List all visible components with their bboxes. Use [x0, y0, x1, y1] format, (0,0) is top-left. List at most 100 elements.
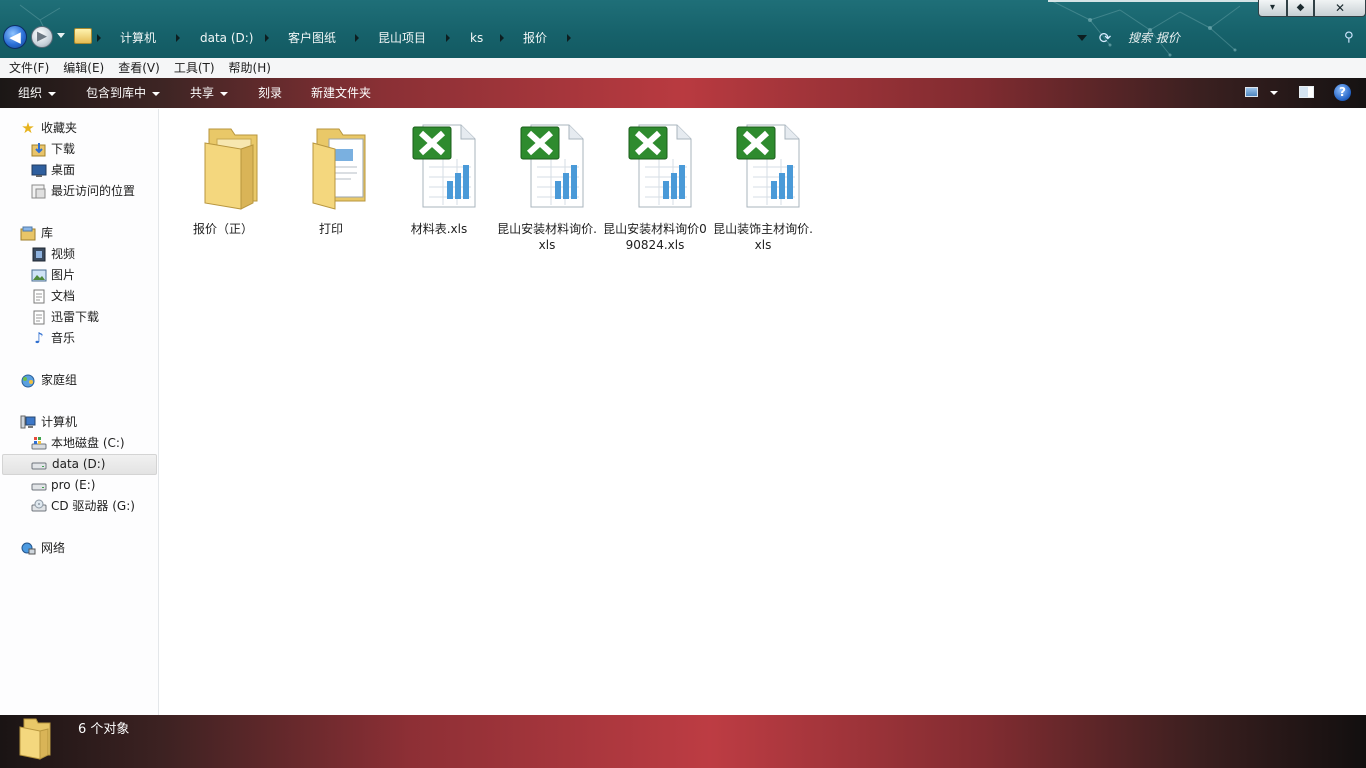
music-icon: ♪ [34, 329, 44, 347]
include-in-library-button[interactable]: 包含到库中 [86, 78, 161, 108]
computer-icon [20, 415, 36, 430]
refresh-icon[interactable]: ⟳ [1096, 29, 1114, 47]
new-folder-button[interactable]: 新建文件夹 [311, 78, 371, 108]
nav-downloads[interactable]: 下载 [0, 139, 158, 160]
breadcrumb-kunshan-project[interactable]: 昆山项目 [378, 29, 426, 47]
search-input[interactable]: 搜索 报价 [1128, 29, 1358, 47]
file-item-excel[interactable]: 昆山安装材料询价.xls [495, 117, 599, 252]
hard-drive-icon [31, 478, 47, 493]
chevron-right-icon[interactable] [97, 34, 101, 42]
file-item-excel[interactable]: 材料表.xls [387, 117, 491, 247]
cd-drive-icon [31, 499, 47, 514]
nav-homegroup[interactable]: 家庭组 [0, 370, 158, 391]
nav-videos[interactable]: 视频 [0, 244, 158, 265]
share-label: 共享 [190, 86, 215, 100]
address-history-dropdown[interactable] [1077, 35, 1087, 41]
desktop-icon [31, 163, 47, 178]
nav-label: 库 [41, 226, 54, 240]
nav-label: 计算机 [41, 415, 78, 429]
downloads-folder-icon [31, 142, 47, 157]
include-in-library-label: 包含到库中 [86, 86, 147, 100]
chevron-right-icon[interactable] [265, 34, 269, 42]
nav-label: pro (E:) [51, 478, 96, 492]
close-button[interactable]: ✕ [1314, 0, 1366, 17]
menu-tools[interactable]: 工具(T) [165, 58, 220, 78]
breadcrumb-ks[interactable]: ks [470, 29, 483, 47]
recent-places-icon [31, 184, 47, 199]
nav-pictures[interactable]: 图片 [0, 265, 158, 286]
homegroup-icon [20, 373, 36, 388]
menu-help[interactable]: 帮助(H) [220, 58, 276, 78]
nav-drive-c[interactable]: 本地磁盘 (C:) [0, 433, 158, 454]
burn-button[interactable]: 刻录 [258, 78, 282, 108]
folder-with-documents-icon [312, 128, 366, 210]
video-icon [31, 247, 47, 262]
nav-network[interactable]: 网络 [0, 538, 158, 559]
nav-desktop[interactable]: 桌面 [0, 160, 158, 181]
file-item-excel[interactable]: 昆山装饰主材询价.xls [711, 117, 815, 252]
chevron-right-icon[interactable] [500, 34, 504, 42]
help-icon[interactable]: ? [1334, 84, 1351, 101]
nav-recent-places[interactable]: 最近访问的位置 [0, 181, 158, 202]
file-item-folder[interactable]: 报价（正） [171, 117, 275, 247]
excel-file-icon [520, 124, 584, 208]
minimize-button[interactable]: ▾ [1258, 0, 1287, 17]
nav-drive-d[interactable]: data (D:) [2, 454, 157, 475]
file-item-excel[interactable]: 昆山安装材料询价090824.xls [603, 117, 707, 252]
forward-button[interactable]: ▶ [31, 26, 53, 48]
item-count-text: 6 个对象 [78, 722, 130, 737]
nav-label: 网络 [41, 541, 66, 555]
folder-icon [19, 718, 51, 760]
menu-file[interactable]: 文件(F) [0, 58, 54, 78]
navigation-pane: ★ 收藏夹 下载 桌面 最近访问的位置 库 视频 图片 文档 迅雷下载 ♪ 音乐… [0, 109, 159, 715]
breadcrumb-quotation[interactable]: 报价 [523, 29, 547, 47]
chevron-right-icon[interactable] [176, 34, 180, 42]
status-bar [0, 715, 1366, 768]
nav-thunder-downloads[interactable]: 迅雷下载 [0, 307, 158, 328]
nav-documents[interactable]: 文档 [0, 286, 158, 307]
nav-label: 家庭组 [41, 373, 78, 387]
file-item-folder[interactable]: 打印 [279, 117, 383, 247]
system-drive-icon [31, 436, 47, 451]
nav-favorites[interactable]: ★ 收藏夹 [0, 118, 158, 139]
nav-drive-e[interactable]: pro (E:) [0, 475, 158, 496]
breadcrumb-computer[interactable]: 计算机 [120, 29, 156, 47]
nav-label: CD 驱动器 (G:) [51, 499, 135, 513]
excel-file-icon [412, 124, 476, 208]
file-name: 材料表.xls [410, 222, 468, 236]
nav-libraries[interactable]: 库 [0, 223, 158, 244]
menu-edit[interactable]: 编辑(E) [54, 58, 109, 78]
chevron-right-icon[interactable] [355, 34, 359, 42]
file-name: 打印 [318, 222, 343, 236]
chevron-right-icon[interactable] [567, 34, 571, 42]
recent-pages-dropdown[interactable] [57, 33, 65, 38]
nav-drive-g[interactable]: CD 驱动器 (G:) [0, 496, 158, 517]
change-view-icon[interactable] [1245, 87, 1258, 97]
nav-computer[interactable]: 计算机 [0, 412, 158, 433]
nav-label: 本地磁盘 (C:) [51, 436, 125, 450]
file-list: 报价（正） 打印 材料表.xls 昆山安装材料询价.xls 昆山安装材料询价09… [159, 109, 1366, 715]
menu-view[interactable]: 查看(V) [109, 58, 165, 78]
share-button[interactable]: 共享 [190, 78, 229, 108]
chevron-down-icon [48, 91, 57, 96]
file-name: 昆山安装材料询价090824.xls [603, 222, 707, 252]
command-bar: 组织 包含到库中 共享 刻录 新建文件夹 [0, 78, 1366, 108]
organize-button[interactable]: 组织 [18, 78, 57, 108]
chevron-right-icon[interactable] [446, 34, 450, 42]
breadcrumb-client-drawings[interactable]: 客户图纸 [288, 29, 336, 47]
maximize-button[interactable]: ◆ [1287, 0, 1314, 17]
file-name: 昆山安装材料询价.xls [497, 222, 597, 252]
breadcrumb-drive[interactable]: data (D:) [200, 29, 254, 47]
nav-label: 音乐 [51, 331, 76, 345]
nav-label: 图片 [51, 268, 76, 282]
preview-pane-icon[interactable] [1299, 86, 1314, 98]
back-button[interactable]: ◀ [3, 25, 27, 49]
search-icon[interactable]: ⚲ [1344, 30, 1360, 46]
view-options-dropdown[interactable] [1270, 91, 1278, 95]
nav-label: 视频 [51, 247, 76, 261]
folder-icon [74, 28, 92, 44]
folder-icon [204, 128, 258, 210]
documents-icon [31, 310, 47, 325]
nav-music[interactable]: ♪ 音乐 [0, 328, 158, 349]
nav-label: 收藏夹 [41, 121, 78, 135]
